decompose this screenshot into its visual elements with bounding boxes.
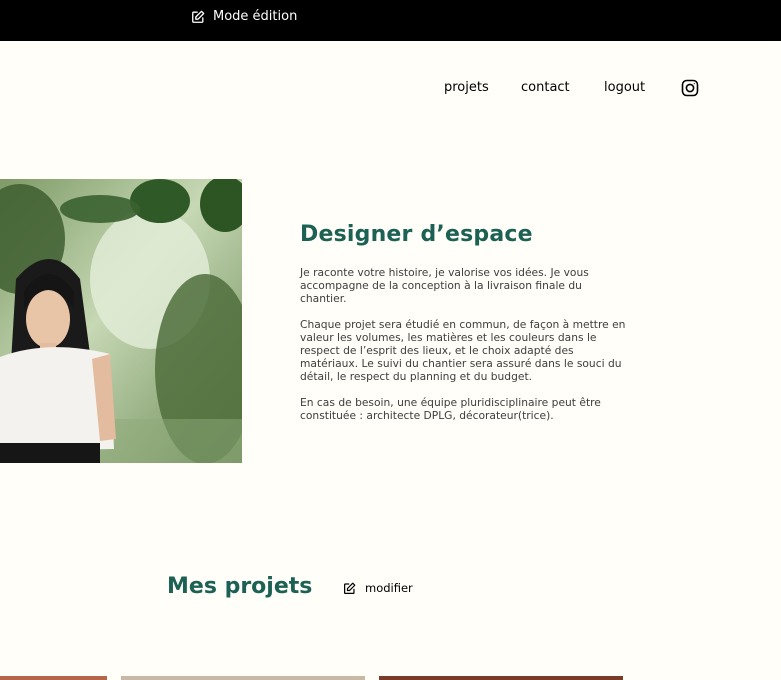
gallery-thumbnail[interactable] bbox=[379, 676, 623, 680]
edit-icon bbox=[344, 582, 356, 594]
top-nav: projets contact logout bbox=[0, 79, 781, 99]
intro-paragraph: Chaque projet sera étudié en commun, de … bbox=[300, 318, 626, 383]
intro-paragraph: En cas de besoin, une équipe pluridiscip… bbox=[300, 396, 601, 422]
edit-icon bbox=[192, 10, 205, 23]
projects-title: Mes projets bbox=[167, 574, 313, 599]
designer-photo bbox=[0, 179, 242, 463]
instagram-link[interactable] bbox=[681, 79, 699, 97]
gallery-thumbnail[interactable] bbox=[121, 676, 365, 680]
nav-link-logout[interactable]: logout bbox=[604, 80, 645, 95]
edit-mode-label: Mode édition bbox=[213, 9, 298, 24]
nav-link-contact[interactable]: contact bbox=[521, 80, 570, 95]
intro-paragraph: Je raconte votre histoire, je valorise v… bbox=[300, 266, 589, 305]
intro-text: Je raconte votre histoire, je valorise v… bbox=[300, 266, 630, 435]
nav-link-projets[interactable]: projets bbox=[444, 80, 489, 95]
instagram-icon bbox=[681, 79, 699, 97]
intro-title: Designer d’espace bbox=[300, 222, 533, 247]
edit-mode-bar: Mode édition bbox=[0, 0, 781, 41]
projects-edit-label: modifier bbox=[365, 581, 413, 595]
gallery-thumbnail[interactable] bbox=[0, 676, 107, 680]
projects-edit-button[interactable]: modifier bbox=[343, 581, 413, 595]
edit-mode-toggle[interactable]: Mode édition bbox=[191, 9, 297, 24]
